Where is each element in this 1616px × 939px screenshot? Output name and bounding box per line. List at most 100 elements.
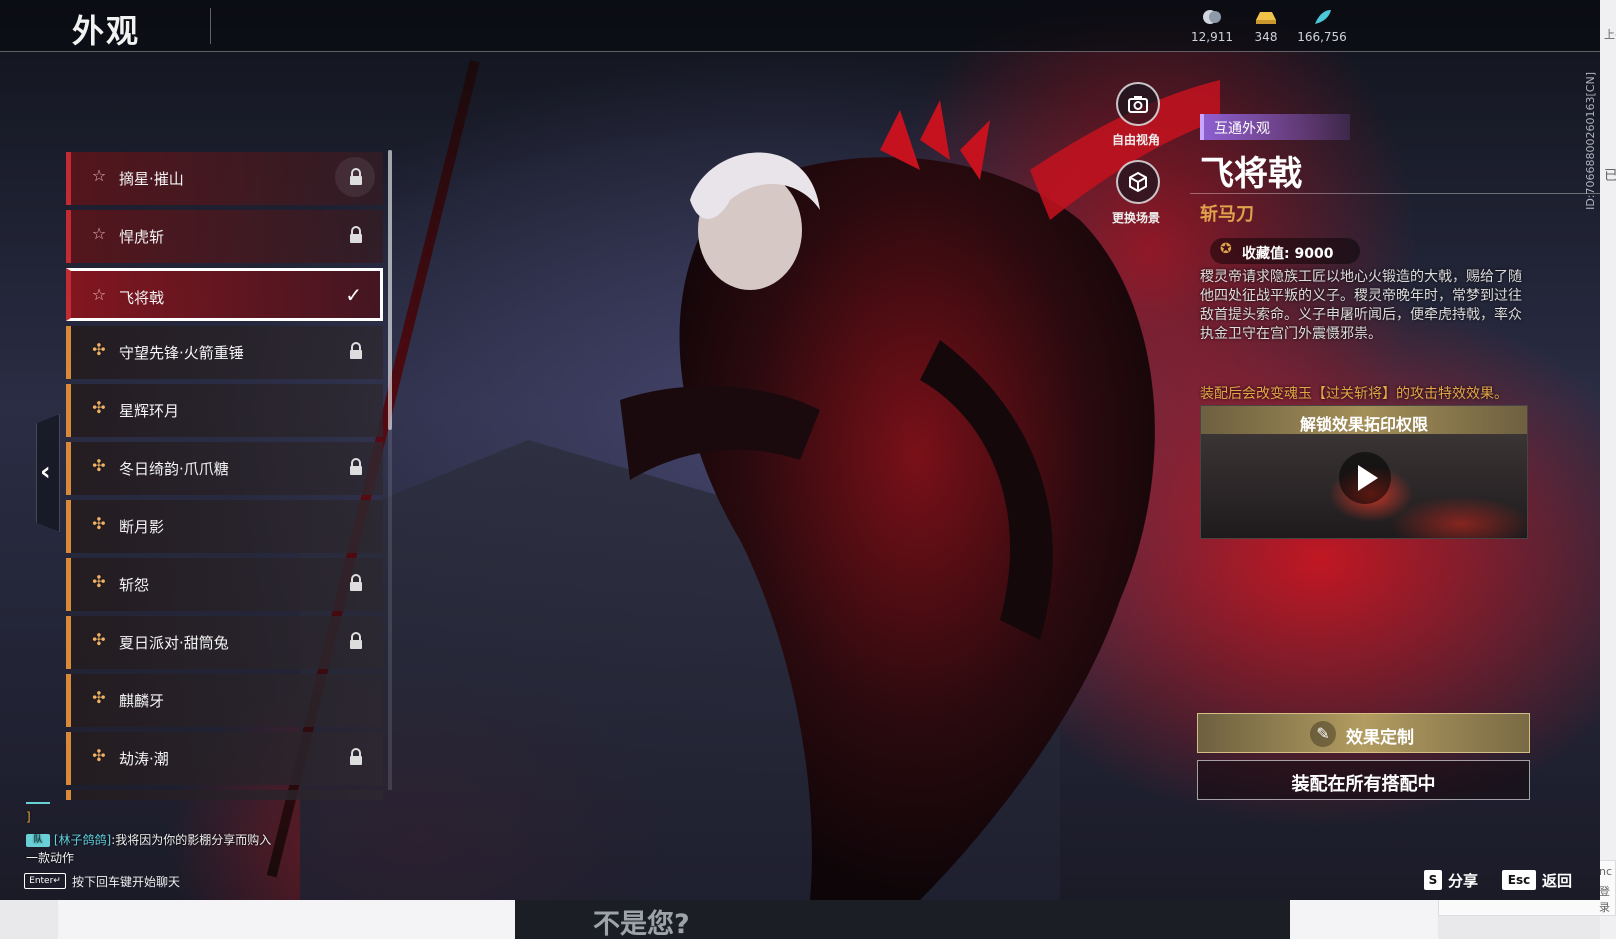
change-scene-label: 更换场景 <box>1112 211 1161 225</box>
equip-all-button[interactable]: 装配在所有搭配中 <box>1197 760 1530 800</box>
equip-all-label: 装配在所有搭配中 <box>1291 774 1436 795</box>
list-item-label: 摘星·摧山 <box>119 170 184 188</box>
side-text-top: 上- <box>1604 28 1616 41</box>
item-weapon-type: 斩马刀 <box>1200 204 1254 225</box>
list-item-label: 麒麟牙 <box>119 692 165 710</box>
collection-value-text: 收藏值: 9000 <box>1242 246 1334 262</box>
effect-preview-video[interactable] <box>1201 434 1527 538</box>
list-item-label: 冬日绮韵·爪爪糖 <box>119 460 229 478</box>
currency-feather[interactable]: 166,756 <box>1292 8 1352 44</box>
not-you-text[interactable]: 不是您? <box>593 902 690 939</box>
currency-value: 166,756 <box>1297 30 1347 44</box>
list-item[interactable]: ✣ 斩怨 <box>66 558 383 611</box>
list-item[interactable]: ✣ 守望先锋·火箭重锤 <box>66 326 383 379</box>
collection-icon: ✪ <box>1220 241 1232 257</box>
play-button[interactable] <box>1339 452 1391 504</box>
chat-enter-hint[interactable]: 按下回车键开始聊天 <box>72 873 180 890</box>
game-viewport[interactable]: 外观 12,911 348 166,756 ID:70668800260163[… <box>0 0 1600 900</box>
list-item-label: 悍虎斩 <box>119 228 165 246</box>
currency-gold-ingot[interactable]: 348 <box>1236 8 1296 44</box>
list-item[interactable]: ☆ 摘星·摧山 <box>66 152 383 205</box>
lock-icon <box>350 168 362 185</box>
share-button[interactable]: 分享 <box>1448 870 1478 891</box>
shared-appearance-tag: 互通外观 <box>1200 114 1350 140</box>
chat-sender[interactable]: [林子鸽鸽] <box>54 833 111 847</box>
list-item[interactable]: ✣ 夏日派对·甜筒兔 <box>66 616 383 669</box>
lock-icon <box>350 458 362 475</box>
rarity-orange-icon: ✣ <box>92 630 106 649</box>
cube-icon <box>1129 171 1147 193</box>
chat-text: :我将因为你的影棚分享而购入 <box>111 833 272 847</box>
play-icon <box>1358 465 1378 491</box>
chat-line-fragment: ] <box>26 810 31 824</box>
list-item[interactable]: ✣ 劫涛·潮 <box>66 732 383 785</box>
enter-key-icon: Enter↵ <box>24 873 66 889</box>
esc-key: Esc <box>1502 870 1536 890</box>
list-item-selected[interactable]: ☆ 飞将戟 ✓ <box>66 268 383 321</box>
back-button[interactable]: 返回 <box>1542 870 1572 891</box>
unlock-effect-header: 解锁效果拓印权限 <box>1201 406 1527 434</box>
player-id-text: ID:70668800260163[CN] <box>1584 72 1597 210</box>
effect-customize-button[interactable]: ✎ 效果定制 <box>1197 713 1530 753</box>
list-item-label: 断月影 <box>119 518 165 536</box>
list-item[interactable]: ✣ 星辉环月 <box>66 384 383 437</box>
list-item-label: 劫涛·潮 <box>119 750 169 768</box>
lock-icon <box>350 748 362 765</box>
side-text-bottom-2: 登录 <box>1599 885 1610 914</box>
item-description: 稷灵帝请求隐族工匠以地心火锻造的大戟，赐给了随他四处征战平叛的义子。稷灵帝晚年时… <box>1200 269 1522 342</box>
list-item-label: 守望先锋·火箭重锤 <box>119 344 244 362</box>
list-item-label: 星辉环月 <box>119 402 180 420</box>
currency-value: 12,911 <box>1191 30 1233 44</box>
rarity-orange-icon: ✣ <box>92 746 106 765</box>
lock-icon <box>350 632 362 649</box>
rarity-orange-icon: ✣ <box>92 398 106 417</box>
effect-customize-label: 效果定制 <box>1346 728 1414 748</box>
collapse-panel-button[interactable]: ‹ <box>36 414 60 532</box>
web-footer-bar: 不是您? <box>515 900 1290 939</box>
title-divider <box>210 8 211 44</box>
brush-icon: ✎ <box>1310 721 1336 747</box>
checkmark-icon: ✓ <box>345 283 362 307</box>
list-item-label: 斩怨 <box>119 576 150 594</box>
character-model[interactable] <box>560 80 1220 900</box>
chevron-left-icon: ‹ <box>40 457 51 487</box>
effect-note: 装配后会改变魂玉【过关斩将】的攻击特效效果。 <box>1200 386 1508 402</box>
appearance-list: ☆ 摘星·摧山 ☆ 悍虎斩 ☆ 飞将戟 ✓ ✣ 守望先锋·火箭重锤 ✣ 星辉环月… <box>66 150 396 800</box>
lock-icon <box>350 342 362 359</box>
list-item[interactable]: ✣ 冬日绮韵·爪爪糖 <box>66 442 383 495</box>
list-item-label: 夏日派对·甜筒兔 <box>119 634 229 652</box>
unlock-effect-title: 解锁效果拓印权限 <box>1299 415 1428 434</box>
list-item[interactable]: ✣ 断月影 <box>66 500 383 553</box>
team-channel-badge: 队 <box>26 834 50 847</box>
right-page-strip <box>1600 0 1616 939</box>
list-item-label: 飞将戟 <box>119 289 165 307</box>
soul-coin-icon <box>1182 8 1242 28</box>
lock-icon <box>350 574 362 591</box>
currency-value: 348 <box>1254 30 1278 44</box>
chat-message: 队 [林子鸽鸽]:我将因为你的影棚分享而购入 <box>26 831 271 848</box>
free-camera-button[interactable] <box>1116 82 1160 126</box>
chat-divider <box>26 802 50 804</box>
item-name: 飞将戟 <box>1200 154 1302 194</box>
free-camera-label: 自由视角 <box>1112 133 1161 147</box>
side-text-bottom-1: nc <box>1599 865 1613 878</box>
change-scene-button[interactable] <box>1116 160 1160 204</box>
chat-message-cont: 一款动作 <box>26 851 75 865</box>
list-item[interactable]: ✣ 麒麟牙 <box>66 674 383 727</box>
feather-icon <box>1292 8 1352 28</box>
rarity-orange-icon: ✣ <box>92 572 106 591</box>
list-item[interactable]: ☆ 悍虎斩 <box>66 210 383 263</box>
rarity-orange-icon: ✣ <box>92 688 106 707</box>
lock-icon <box>350 226 362 243</box>
rarity-orange-icon: ✣ <box>92 340 106 359</box>
shared-appearance-tag-label: 互通外观 <box>1214 121 1270 137</box>
gold-ingot-icon <box>1236 8 1296 28</box>
rarity-orange-icon: ✣ <box>92 456 106 475</box>
rarity-orange-icon: ✣ <box>92 514 106 533</box>
name-divider <box>1190 193 1600 194</box>
unlock-effect-preview[interactable]: 解锁效果拓印权限 <box>1200 405 1528 539</box>
currency-soul-coin[interactable]: 12,911 <box>1182 8 1242 44</box>
side-text-mid: 已 <box>1604 168 1616 184</box>
page-title: 外观 <box>72 12 141 50</box>
list-item-partial[interactable] <box>66 790 383 800</box>
